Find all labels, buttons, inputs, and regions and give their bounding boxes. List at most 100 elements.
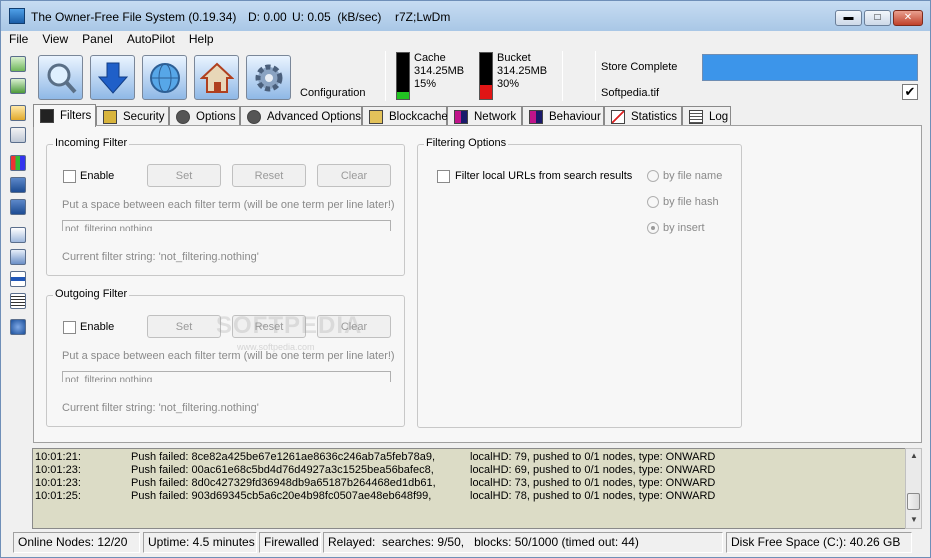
configuration-label: Configuration bbox=[300, 87, 366, 99]
scroll-thumb[interactable] bbox=[907, 493, 920, 510]
filter-local-urls-checkbox[interactable] bbox=[437, 170, 450, 183]
filters-panel: Incoming Filter Enable Set Reset Clear P… bbox=[33, 125, 922, 443]
outgoing-set-button[interactable]: Set bbox=[147, 315, 221, 338]
open-folder-icon[interactable] bbox=[10, 105, 26, 121]
log-scrollbar[interactable]: ▲ ▼ bbox=[905, 448, 922, 529]
cache-info: Cache 314.25MB 15% bbox=[414, 52, 464, 91]
incoming-filter-title: Incoming Filter bbox=[53, 137, 130, 149]
help-icon[interactable] bbox=[10, 319, 26, 335]
menu-panel[interactable]: Panel bbox=[75, 31, 120, 49]
network-icon bbox=[454, 109, 468, 124]
download-rate: D: 0.00 bbox=[248, 10, 287, 24]
log-row: 10:01:25: Push failed: 903d69345cb5a6c20e… bbox=[35, 490, 905, 503]
app-window: The Owner-Free File System (0.19.34) D: … bbox=[0, 0, 931, 558]
outgoing-enable-checkbox[interactable] bbox=[63, 321, 76, 334]
scroll-down-icon[interactable]: ▼ bbox=[909, 515, 919, 525]
cache-percent: 15% bbox=[414, 78, 437, 90]
color-palette-icon[interactable] bbox=[10, 155, 26, 171]
cache-label: Cache bbox=[414, 52, 446, 64]
copy-page-icon[interactable] bbox=[10, 127, 26, 143]
incoming-enable-label: Enable bbox=[80, 170, 115, 182]
by-file-hash-radio[interactable] bbox=[647, 196, 659, 208]
incoming-enable-checkbox[interactable] bbox=[63, 170, 76, 183]
search-button[interactable] bbox=[38, 55, 83, 100]
by-file-name-label: by file name bbox=[663, 170, 723, 182]
maximize-button[interactable]: □ bbox=[864, 10, 891, 26]
tab-filters[interactable]: Filters bbox=[33, 104, 96, 127]
tab-statistics[interactable]: Statistics bbox=[604, 106, 682, 126]
bucket-meter bbox=[479, 52, 493, 100]
outgoing-current-filter: Current filter string: 'not_filtering.no… bbox=[62, 402, 259, 414]
softpedia-watermark: SOFTPEDIA bbox=[216, 312, 363, 339]
outgoing-enable-label: Enable bbox=[80, 321, 115, 333]
tab-label: Statistics bbox=[631, 110, 678, 123]
gear-icon bbox=[255, 64, 282, 91]
tab-options[interactable]: Options bbox=[169, 106, 240, 126]
firewall-status: Firewalled bbox=[259, 532, 321, 553]
add-page-icon[interactable] bbox=[10, 56, 26, 72]
menu-bar: File View Panel AutoPilot Help bbox=[1, 31, 930, 49]
store-status-label: Store Complete bbox=[601, 61, 678, 73]
refresh-icon[interactable] bbox=[10, 249, 26, 265]
progress-icon[interactable] bbox=[10, 271, 26, 287]
cache-meter bbox=[396, 52, 410, 100]
relayed-status: Relayed: searches: 9/50, blocks: 50/1000… bbox=[323, 532, 723, 553]
bucket-size: 314.25MB bbox=[497, 65, 548, 77]
incoming-set-button[interactable]: Set bbox=[147, 164, 221, 187]
menu-autopilot[interactable]: AutoPilot bbox=[120, 31, 182, 49]
cache-size: 314.25MB bbox=[414, 65, 465, 77]
download-button[interactable] bbox=[90, 55, 135, 100]
toolbar-divider bbox=[385, 51, 386, 101]
log-detail: localHD: 79, pushed to 0/1 nodes, type: … bbox=[470, 451, 716, 463]
log-time: 10:01:23: bbox=[35, 464, 81, 476]
tab-label: Behaviour bbox=[549, 110, 601, 123]
list-icon[interactable] bbox=[10, 293, 26, 309]
log-message: Push failed: 8d0c427329fd36948db9a65187b… bbox=[131, 477, 436, 489]
log-detail: localHD: 69, pushed to 0/1 nodes, type: … bbox=[470, 464, 716, 476]
scroll-up-icon[interactable]: ▲ bbox=[909, 451, 919, 461]
save-as-icon[interactable] bbox=[10, 199, 26, 215]
disk-space-status: Disk Free Space (C:): 40.26 GB bbox=[726, 532, 912, 553]
menu-file[interactable]: File bbox=[1, 31, 35, 49]
filtering-options-title: Filtering Options bbox=[424, 137, 509, 149]
incoming-clear-button[interactable]: Clear bbox=[317, 164, 391, 187]
outgoing-filter-input[interactable]: not_filtering.nothing bbox=[62, 371, 391, 382]
tab-security[interactable]: Security bbox=[96, 106, 169, 126]
menu-help[interactable]: Help bbox=[182, 31, 221, 49]
outgoing-hint: Put a space between each filter term (wi… bbox=[62, 350, 395, 362]
file-checkbox[interactable]: ✔ bbox=[902, 84, 918, 100]
incoming-filter-input[interactable]: not_filtering.nothing bbox=[62, 220, 391, 231]
tab-log[interactable]: Log bbox=[682, 106, 731, 126]
save-icon[interactable] bbox=[10, 177, 26, 193]
tab-advanced-options[interactable]: Advanced Options bbox=[240, 106, 362, 126]
tab-label: Log bbox=[709, 110, 729, 123]
log-panel: 10:01:21: Push failed: 8ce82a425be67e1261… bbox=[32, 448, 922, 529]
tab-behaviour[interactable]: Behaviour bbox=[522, 106, 604, 126]
store-progress-bar bbox=[702, 54, 918, 81]
node-id: r7Z;LwDm bbox=[395, 10, 451, 24]
tab-label: Advanced Options bbox=[267, 110, 361, 123]
documents-icon[interactable] bbox=[10, 227, 26, 243]
log-time: 10:01:25: bbox=[35, 490, 81, 502]
title-bar[interactable]: The Owner-Free File System (0.19.34) D: … bbox=[1, 1, 930, 31]
window-title: The Owner-Free File System (0.19.34) bbox=[31, 10, 237, 24]
by-insert-radio[interactable] bbox=[647, 222, 659, 234]
configuration-button[interactable] bbox=[246, 55, 291, 100]
tab-blockcache[interactable]: Blockcache bbox=[362, 106, 448, 126]
bucket-label: Bucket bbox=[497, 52, 531, 64]
incoming-reset-button[interactable]: Reset bbox=[232, 164, 306, 187]
cache-meter-fill bbox=[397, 92, 409, 99]
home-button[interactable] bbox=[194, 55, 239, 100]
incoming-filter-group: Incoming Filter Enable Set Reset Clear P… bbox=[46, 137, 405, 276]
by-file-name-radio[interactable] bbox=[647, 170, 659, 182]
network-button[interactable] bbox=[142, 55, 187, 100]
tab-network[interactable]: Network bbox=[447, 106, 522, 126]
outgoing-filter-title: Outgoing Filter bbox=[53, 288, 130, 300]
by-insert-label: by insert bbox=[663, 222, 705, 234]
remove-page-icon[interactable] bbox=[10, 78, 26, 94]
toolbar-divider bbox=[562, 51, 563, 101]
minimize-button[interactable]: ▬ bbox=[835, 10, 862, 26]
close-button[interactable]: ✕ bbox=[893, 10, 923, 26]
softpedia-watermark-url: www.softpedia.com bbox=[237, 342, 315, 352]
menu-view[interactable]: View bbox=[35, 31, 75, 49]
